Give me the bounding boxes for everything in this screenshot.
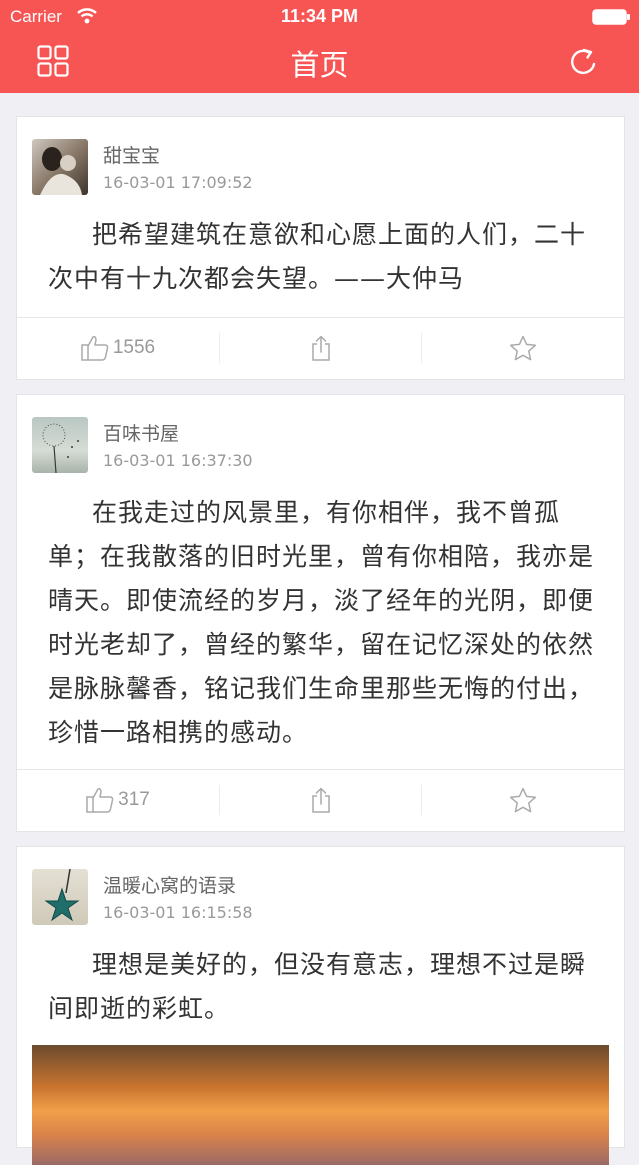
status-time: 11:34 PM [280, 6, 359, 26]
avatar[interactable] [32, 869, 88, 925]
star-icon [509, 335, 537, 361]
share-button[interactable] [220, 770, 421, 830]
like-count: 317 [118, 789, 150, 810]
thumbs-up-icon [81, 336, 109, 361]
refresh-icon[interactable] [568, 46, 600, 78]
post-time: 16-03-01 16:15:58 [103, 903, 253, 922]
author-name[interactable]: 温暖心窝的语录 [103, 871, 236, 898]
status-bar: Carrier 11:34 PM [0, 0, 639, 34]
post-card[interactable]: 温暖心窝的语录 16-03-01 16:15:58 理想是美好的，但没有意志，理… [16, 846, 625, 1165]
thumbs-up-icon [86, 788, 114, 813]
like-count: 1556 [112, 337, 156, 358]
like-button[interactable]: 1556 [17, 318, 219, 378]
page-title: 首页 [290, 48, 349, 82]
avatar-image [40, 147, 82, 195]
post-image[interactable] [32, 1045, 609, 1165]
post-text: 在我走过的风景里，有你相伴，我不曾孤单；在我散落的旧时光里，曾有你相陪，我亦是晴… [48, 498, 595, 747]
post-card[interactable]: 百味书屋 16-03-01 16:37:30 在我走过的风景里，有你相伴，我不曾… [16, 394, 625, 832]
favorite-button[interactable] [422, 318, 624, 378]
share-icon [311, 335, 330, 361]
avatar-image [44, 869, 80, 922]
author-name[interactable]: 甜宝宝 [103, 141, 160, 168]
share-button[interactable] [220, 318, 421, 378]
like-button[interactable]: 317 [17, 770, 219, 830]
avatar-image [42, 423, 79, 473]
post-time: 16-03-01 16:37:30 [103, 451, 253, 470]
post-time: 16-03-01 17:09:52 [103, 173, 253, 192]
post-text: 把希望建筑在意欲和心愿上面的人们，二十次中有十九次都会失望。——大仲马 [48, 220, 587, 293]
post-text: 理想是美好的，但没有意志，理想不过是瞬间即逝的彩虹。 [48, 950, 587, 1023]
avatar[interactable] [32, 139, 88, 195]
star-icon [509, 787, 537, 813]
share-icon [311, 787, 330, 813]
battery-icon [592, 9, 630, 25]
nav-bar: Carrier 11:34 PM 首页 [0, 0, 639, 93]
post-card[interactable]: 甜宝宝 16-03-01 17:09:52 把希望建筑在意欲和心愿上面的人们，二… [16, 116, 625, 380]
author-name[interactable]: 百味书屋 [103, 419, 179, 446]
favorite-button[interactable] [422, 770, 624, 830]
avatar[interactable] [32, 417, 88, 473]
